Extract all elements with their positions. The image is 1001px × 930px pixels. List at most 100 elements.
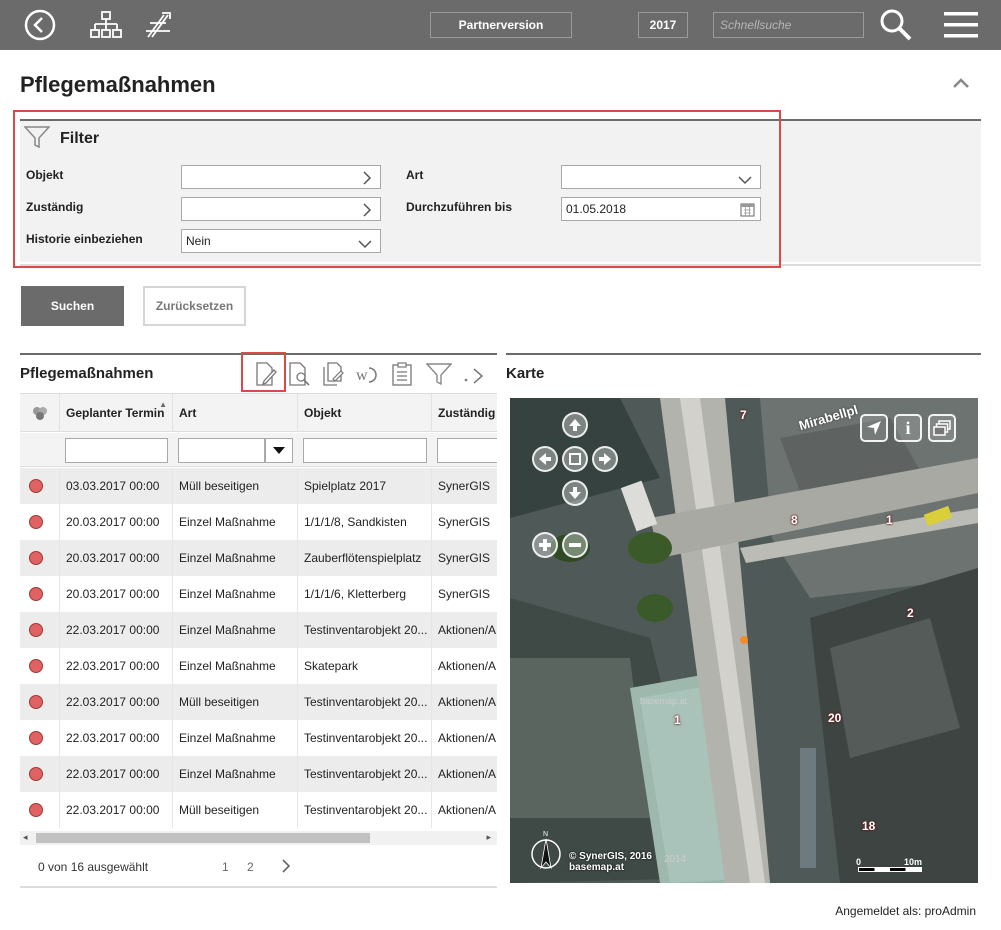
- objekt-field[interactable]: [181, 165, 381, 189]
- cell-zustaendig: Aktionen/A: [438, 695, 497, 709]
- map-number-label: 2: [907, 606, 914, 620]
- cell-zustaendig: SynerGIS: [438, 587, 491, 601]
- magnifier-icon[interactable]: [876, 0, 916, 50]
- north-arrow-icon: N: [528, 828, 564, 877]
- reset-button[interactable]: Zurücksetzen: [143, 286, 246, 326]
- clipboard-icon[interactable]: [389, 360, 415, 388]
- column-header-objekt[interactable]: Objekt: [298, 394, 432, 432]
- cell-termin: 22.03.2017 00:00: [60, 684, 173, 720]
- sitemap-icon[interactable]: [88, 0, 124, 50]
- pan-up-button[interactable]: [562, 412, 588, 438]
- map-view[interactable]: 7 8 1 2 20 1 18 Mirabellpl basemap.at 20…: [510, 398, 978, 883]
- table-row[interactable]: 22.03.2017 00:00 Einzel Maßnahme Testinv…: [20, 720, 497, 756]
- zustaendig-filter-input[interactable]: [437, 438, 497, 463]
- table-row[interactable]: 22.03.2017 00:00 Einzel Maßnahme Skatepa…: [20, 648, 497, 684]
- map-number-label: 20: [828, 711, 842, 725]
- zustaendig-label: Zuständig: [26, 200, 84, 214]
- table-row[interactable]: 20.03.2017 00:00 Einzel Maßnahme 1/1/1/8…: [20, 504, 497, 540]
- cell-art: Müll beseitigen: [173, 684, 298, 720]
- chevron-up-icon[interactable]: [952, 76, 970, 90]
- durchfuehren-value: 01.05.2018: [566, 202, 627, 216]
- table-row[interactable]: 20.03.2017 00:00 Einzel Maßnahme Zauberf…: [20, 540, 497, 576]
- status-dot-icon: [20, 504, 60, 540]
- chevron-down-icon: [358, 238, 372, 252]
- tools-icon[interactable]: [140, 0, 176, 50]
- cell-termin: 20.03.2017 00:00: [60, 576, 173, 612]
- cell-objekt: Testinventarobjekt 20...: [298, 684, 432, 720]
- table-row[interactable]: 03.03.2017 00:00 Müll beseitigen Spielpl…: [20, 468, 497, 504]
- table-row[interactable]: 22.03.2017 00:00 Einzel Maßnahme Testinv…: [20, 612, 497, 648]
- layers-button[interactable]: [928, 414, 956, 442]
- cell-objekt: Testinventarobjekt 20...: [298, 756, 432, 792]
- grid-pager: 0 von 16 ausgewählt 1 2: [20, 852, 497, 882]
- pan-left-button[interactable]: [532, 446, 558, 472]
- quick-search-input[interactable]: [713, 12, 864, 38]
- page-link-1[interactable]: 1: [222, 860, 229, 874]
- pan-down-button[interactable]: [562, 480, 588, 506]
- scroll-right-icon[interactable]: ▸: [486, 832, 491, 843]
- locate-button[interactable]: [860, 414, 888, 442]
- objekt-filter-input[interactable]: [303, 438, 427, 463]
- page-link-2[interactable]: 2: [247, 860, 254, 874]
- table-row[interactable]: 22.03.2017 00:00 Müll beseitigen Testinv…: [20, 792, 497, 828]
- cell-objekt: Testinventarobjekt 20...: [298, 720, 432, 756]
- cell-art: Einzel Maßnahme: [173, 540, 298, 576]
- status-dot-icon: [20, 756, 60, 792]
- status-dot-icon: [20, 468, 60, 504]
- measures-grid: Geplanter Termin ▲ Art Objekt Zuständig …: [20, 393, 497, 845]
- sort-asc-icon: ▲: [159, 400, 167, 409]
- page-title: Pflegemaßnahmen: [20, 72, 216, 97]
- map-number-label: 7: [740, 408, 747, 422]
- art-filter-input[interactable]: [178, 438, 265, 463]
- calendar-icon[interactable]: [740, 202, 755, 220]
- termin-filter-input[interactable]: [65, 438, 168, 463]
- column-header-art[interactable]: Art: [173, 394, 298, 432]
- chevron-down-icon: [738, 174, 752, 188]
- art-select[interactable]: [561, 165, 761, 189]
- search-button[interactable]: Suchen: [21, 286, 124, 326]
- hamburger-menu-icon[interactable]: [942, 0, 980, 50]
- document-search-icon[interactable]: [287, 360, 313, 388]
- art-label: Art: [406, 168, 424, 182]
- back-circle-icon[interactable]: [22, 0, 58, 50]
- table-row[interactable]: 22.03.2017 00:00 Müll beseitigen Testinv…: [20, 684, 497, 720]
- art-filter-dropdown[interactable]: [265, 438, 293, 463]
- status-dot-icon: [20, 576, 60, 612]
- pan-right-button[interactable]: [592, 446, 618, 472]
- column-header-termin[interactable]: Geplanter Termin ▲: [60, 394, 173, 432]
- more-chevron-icon[interactable]: [461, 360, 487, 388]
- zoom-out-button[interactable]: [562, 532, 588, 558]
- table-row[interactable]: 22.03.2017 00:00 Einzel Maßnahme Testinv…: [20, 756, 497, 792]
- zoom-extent-button[interactable]: [562, 446, 588, 472]
- cell-objekt: Skatepark: [298, 648, 432, 684]
- scrollbar-thumb[interactable]: [36, 833, 370, 843]
- info-icon[interactable]: i: [894, 414, 922, 442]
- horizontal-scrollbar[interactable]: ◂ ▸: [20, 831, 497, 845]
- cell-art: Einzel Maßnahme: [173, 612, 298, 648]
- year-selector[interactable]: 2017: [638, 12, 688, 38]
- status-dot-icon: [20, 540, 60, 576]
- zustaendig-field[interactable]: [181, 197, 381, 221]
- map-number-label: 8: [791, 513, 798, 527]
- durchfuehren-date-field[interactable]: 01.05.2018: [561, 197, 761, 221]
- historie-select[interactable]: Nein: [181, 229, 381, 253]
- minus-icon: [569, 543, 581, 547]
- grid-filter-row: [20, 433, 497, 467]
- chevron-right-icon[interactable]: [281, 859, 291, 876]
- column-header-zustaendig[interactable]: Zuständig: [432, 394, 497, 432]
- arrow-up-icon: [569, 419, 581, 431]
- funnel-filter-icon[interactable]: [426, 360, 452, 388]
- cell-art: Müll beseitigen: [173, 792, 298, 828]
- toolbar-highlight-frame: [241, 352, 286, 392]
- word-export-icon[interactable]: w: [355, 360, 381, 388]
- partner-version-button[interactable]: Partnerversion: [430, 12, 572, 38]
- cell-termin: 22.03.2017 00:00: [60, 792, 173, 828]
- zoom-in-button[interactable]: [532, 532, 558, 558]
- status-dot-icon: [20, 792, 60, 828]
- svg-text:w: w: [356, 367, 368, 384]
- copy-document-icon[interactable]: [321, 360, 347, 388]
- svg-text:N: N: [543, 831, 548, 838]
- cell-art: Einzel Maßnahme: [173, 576, 298, 612]
- table-row[interactable]: 20.03.2017 00:00 Einzel Maßnahme 1/1/1/6…: [20, 576, 497, 612]
- scroll-left-icon[interactable]: ◂: [23, 832, 28, 843]
